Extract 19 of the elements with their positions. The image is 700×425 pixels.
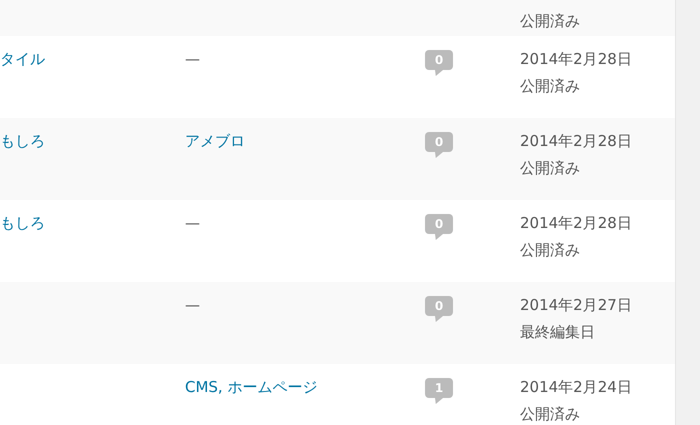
post-status: 公開済み bbox=[520, 12, 580, 30]
post-title-link[interactable]: もしろ bbox=[0, 214, 45, 232]
tag-link[interactable]: CMS, ホームページ bbox=[185, 378, 318, 396]
post-date: 2014年2月28日 bbox=[520, 49, 632, 70]
post-title-link[interactable]: タイル bbox=[0, 50, 45, 68]
post-date: 2014年2月27日 bbox=[520, 295, 632, 316]
tag-link[interactable]: アメブロ bbox=[185, 132, 245, 150]
post-title-link[interactable]: もしろ bbox=[0, 132, 45, 150]
empty-tags-dash: — bbox=[185, 50, 200, 68]
post-status: 最終編集日 bbox=[520, 322, 595, 343]
post-status: 公開済み bbox=[520, 158, 580, 179]
post-date: 2014年2月28日 bbox=[520, 131, 632, 152]
post-date: 2014年2月24日 bbox=[520, 377, 632, 398]
empty-tags-dash: — bbox=[185, 296, 200, 314]
post-status: 公開済み bbox=[520, 76, 580, 97]
empty-tags-dash: — bbox=[185, 214, 200, 232]
post-status: 公開済み bbox=[520, 404, 580, 425]
post-date: 2014年2月28日 bbox=[520, 213, 632, 234]
post-status: 公開済み bbox=[520, 240, 580, 261]
